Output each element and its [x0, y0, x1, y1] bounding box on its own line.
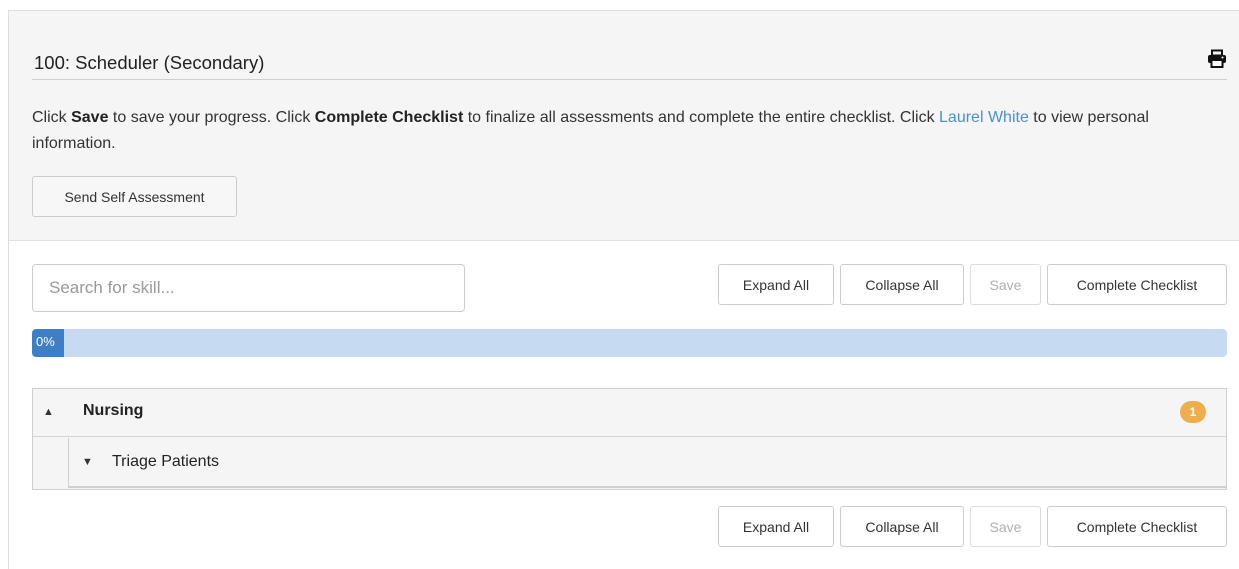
instructions-complete-word: Complete Checklist [314, 109, 464, 126]
save-button[interactable]: Save [970, 264, 1041, 305]
section-title: Nursing [83, 402, 144, 419]
expand-all-button-bottom[interactable]: Expand All [718, 506, 834, 547]
progress-label: 0% [36, 334, 55, 349]
complete-checklist-button-bottom[interactable]: Complete Checklist [1047, 506, 1227, 547]
skills-tree: ▲ Nursing 1 ▼ Triage Patients [32, 388, 1227, 490]
expand-all-button[interactable]: Expand All [718, 264, 834, 305]
print-icon[interactable] [1207, 49, 1227, 69]
instructions-text: Click Save to save your progress. Click … [32, 105, 1227, 157]
send-self-assessment-button[interactable]: Send Self Assessment [32, 176, 237, 217]
skill-title: Triage Patients [112, 453, 220, 470]
checklist-page: 100: Scheduler (Secondary) Click Save to… [8, 10, 1239, 569]
section-row-nursing[interactable]: ▲ Nursing 1 [33, 389, 1226, 437]
page-title: 100: Scheduler (Secondary) [34, 52, 265, 73]
complete-checklist-button[interactable]: Complete Checklist [1047, 264, 1227, 305]
collapse-all-button[interactable]: Collapse All [840, 264, 964, 305]
collapse-all-button-bottom[interactable]: Collapse All [840, 506, 964, 547]
skill-row-triage-patients[interactable]: ▼ Triage Patients [68, 438, 1227, 488]
progress-bar: 0% [32, 329, 1227, 357]
instructions-save-word: Save [71, 109, 109, 126]
save-button-bottom[interactable]: Save [970, 506, 1041, 547]
expand-triangle-icon[interactable]: ▼ [82, 456, 93, 468]
instructions-part-1: Click [32, 109, 72, 126]
skill-search-input[interactable] [32, 264, 465, 312]
person-link[interactable]: Laurel White [939, 109, 1029, 126]
checklist-header-panel: 100: Scheduler (Secondary) Click Save to… [9, 11, 1239, 241]
progress-fill: 0% [32, 329, 64, 357]
collapse-triangle-icon[interactable]: ▲ [43, 406, 54, 418]
count-badge: 1 [1180, 401, 1206, 423]
title-row: 100: Scheduler (Secondary) [32, 47, 1227, 80]
instructions-part-3: to finalize all assessments and complete… [463, 109, 940, 126]
instructions-part-2: to save your progress. Click [108, 109, 315, 126]
